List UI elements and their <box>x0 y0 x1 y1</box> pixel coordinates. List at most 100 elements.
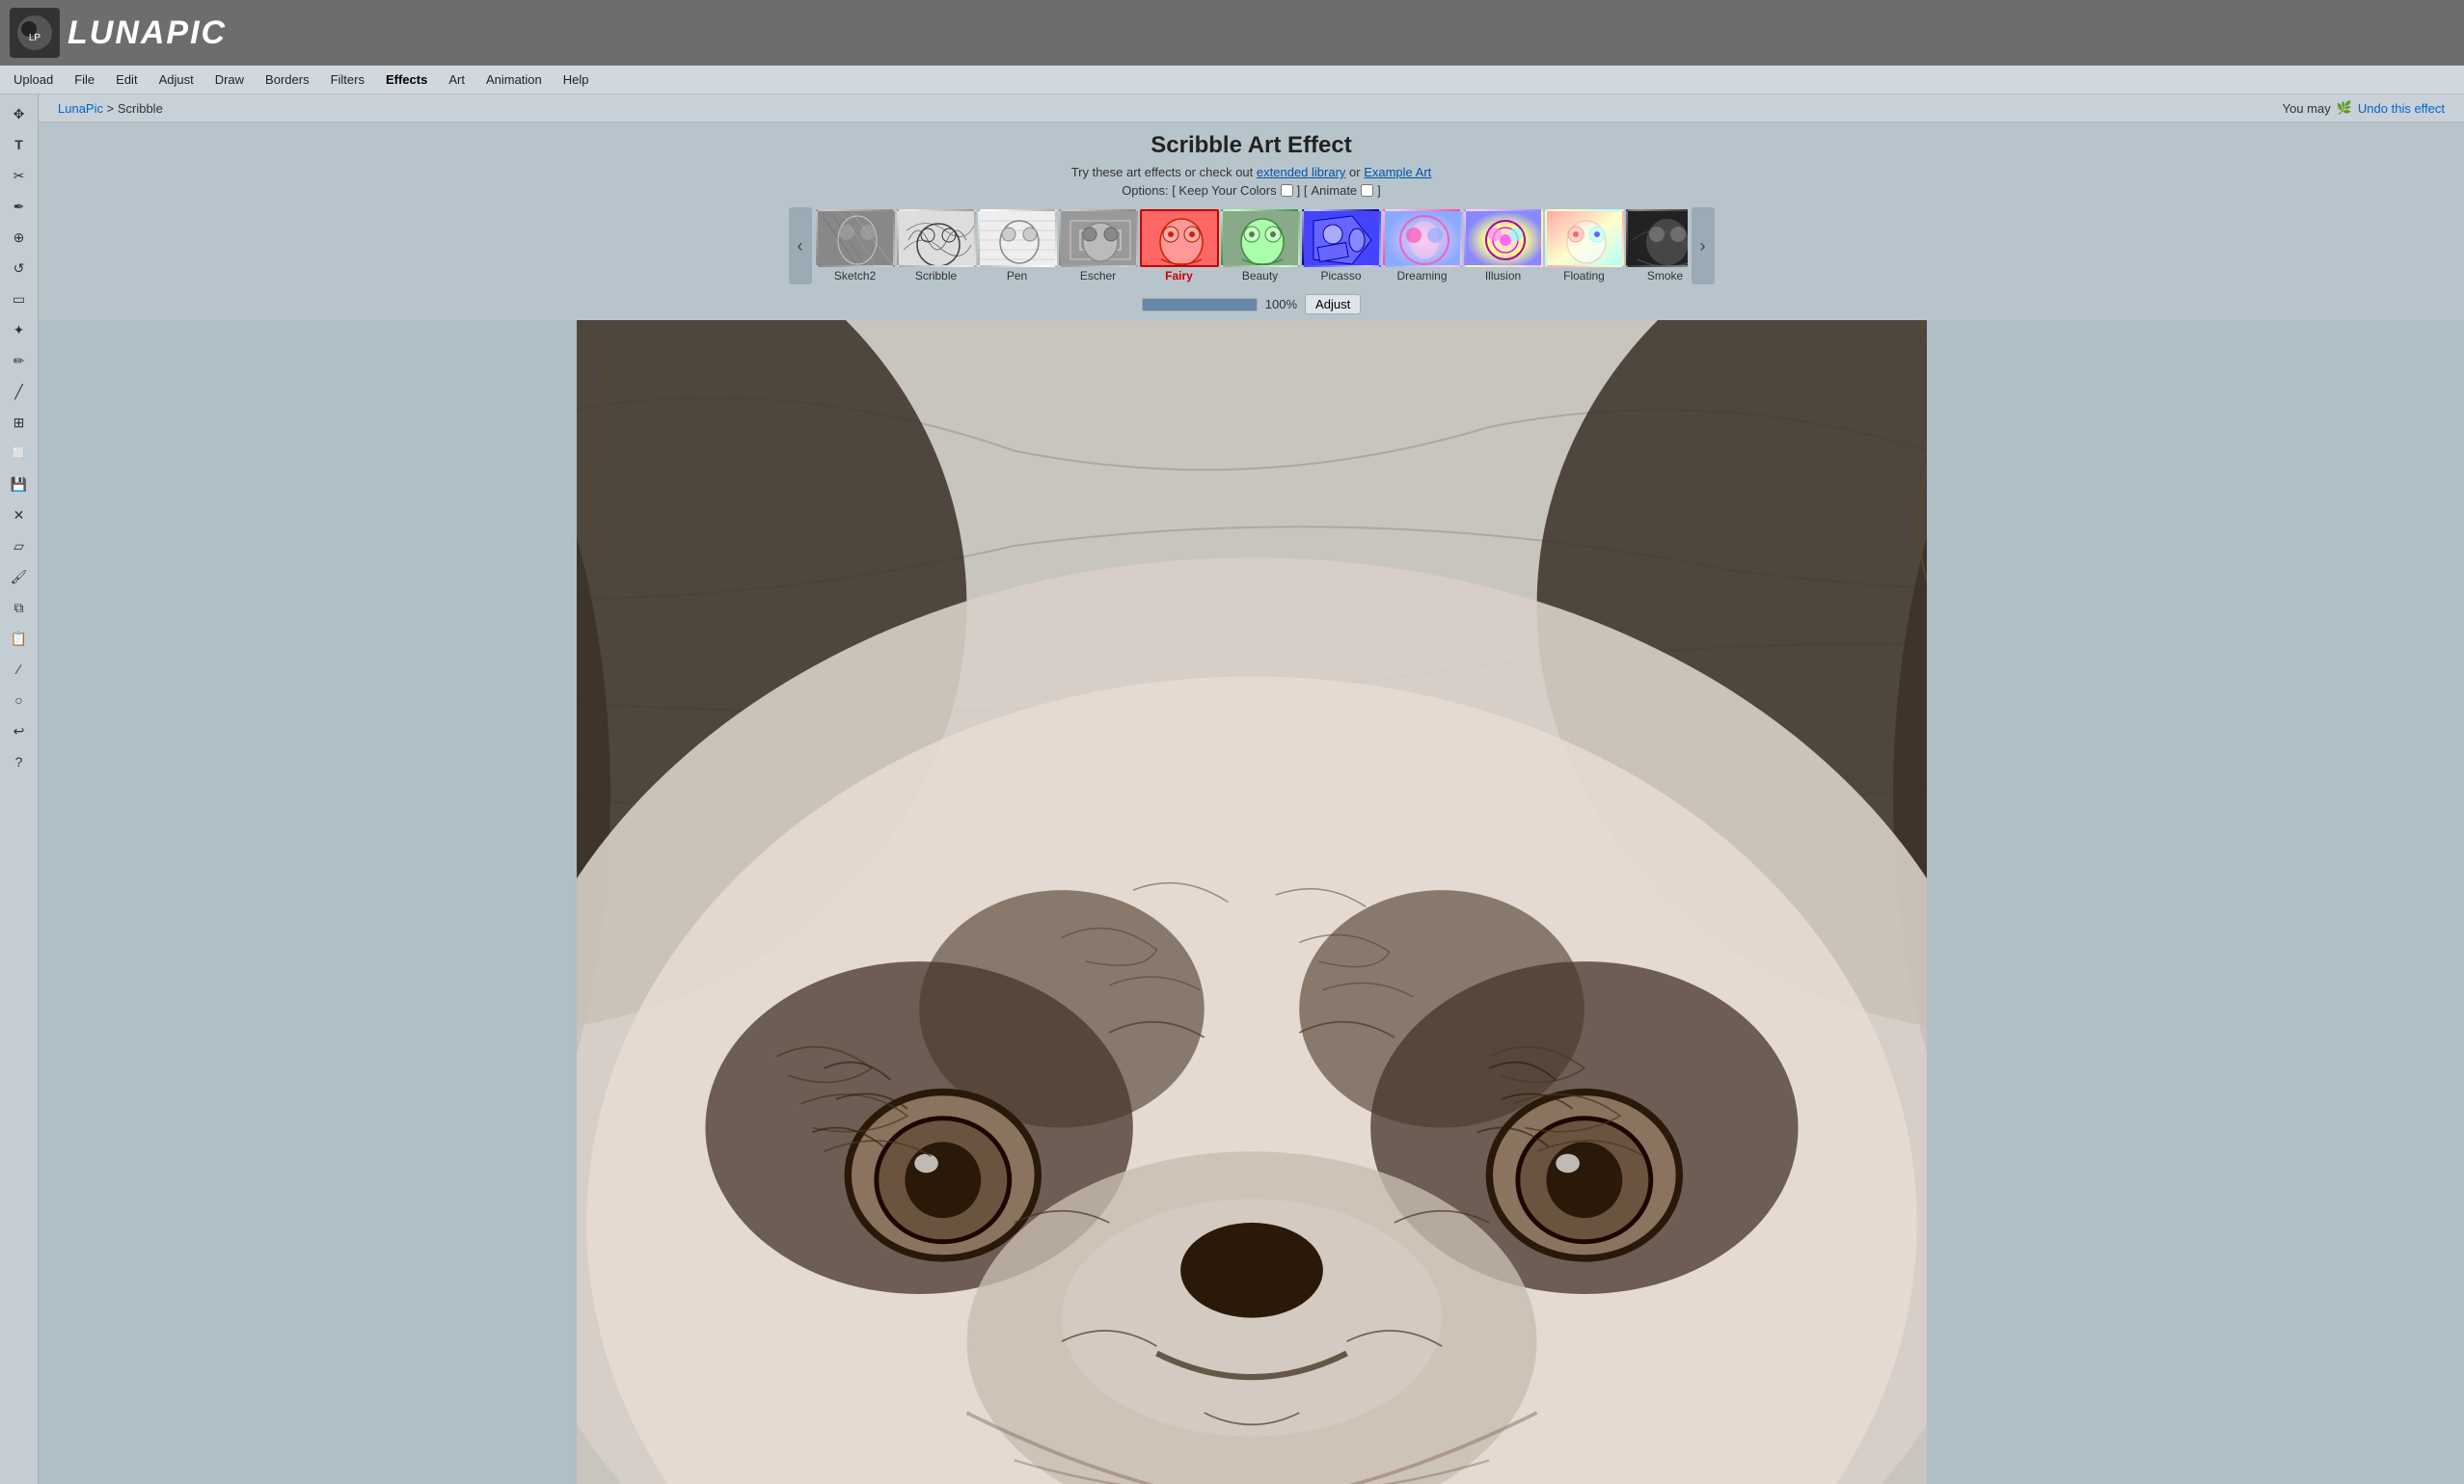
save-tool[interactable]: 💾 <box>6 471 33 498</box>
options-label: Options: [ Keep Your Colors <box>1122 183 1276 198</box>
thumb-picasso <box>1302 209 1381 267</box>
logo-container: LP LUNAPIC <box>10 8 227 58</box>
menu-file[interactable]: File <box>65 69 104 90</box>
undo-link[interactable]: Undo this effect <box>2358 101 2445 116</box>
label-picasso: Picasso <box>1320 269 1361 283</box>
breadcrumb-home-link[interactable]: LunaPic <box>58 101 103 116</box>
menu-filters[interactable]: Filters <box>321 69 374 90</box>
logo-text: LUNAPIC <box>68 14 227 52</box>
thumb-beauty <box>1221 209 1300 267</box>
extended-library-link[interactable]: extended library <box>1257 165 1346 179</box>
label-beauty: Beauty <box>1242 269 1278 283</box>
label-scribble: Scribble <box>915 269 957 283</box>
brush-tool[interactable]: 🖌 <box>6 563 33 590</box>
logo-icon: LP <box>10 8 60 58</box>
logo-bar: LP LUNAPIC <box>0 0 2464 66</box>
progress-bar-container <box>1142 298 1258 311</box>
undo-section: You may 🌿 Undo this effect <box>2283 100 2445 116</box>
example-art-link[interactable]: Example Art <box>1364 165 1431 179</box>
effect-dreaming[interactable]: Dreaming <box>1383 209 1462 283</box>
label-fairy: Fairy <box>1165 269 1193 283</box>
effect-beauty[interactable]: Beauty <box>1221 209 1300 283</box>
adjust-button[interactable]: Adjust <box>1305 294 1361 314</box>
dog-artwork <box>577 320 1927 1484</box>
layers-tool[interactable]: ⊞ <box>6 409 33 436</box>
page-title: Scribble Art Effect <box>1151 132 1352 159</box>
frame-tool[interactable]: ▱ <box>6 532 33 559</box>
label-sketch2: Sketch2 <box>834 269 876 283</box>
wand-tool[interactable]: ✦ <box>6 316 33 343</box>
or-text: or <box>1349 165 1364 179</box>
effect-sketch2[interactable]: Sketch2 <box>816 209 895 283</box>
eraser-tool[interactable]: ⬜ <box>6 440 33 467</box>
breadcrumb: LunaPic > Scribble <box>58 101 163 116</box>
thumb-scribble <box>897 209 976 267</box>
copy-tool[interactable]: ⧉ <box>6 594 33 621</box>
menu-edit[interactable]: Edit <box>106 69 147 90</box>
pen-tool[interactable]: ✒ <box>6 193 33 220</box>
undo-tool[interactable]: ↩ <box>6 717 33 744</box>
rect-tool[interactable]: ▭ <box>6 285 33 312</box>
oval-tool[interactable]: ○ <box>6 687 33 714</box>
svg-text:LP: LP <box>29 33 41 43</box>
thumb-illusion <box>1464 209 1543 267</box>
effect-floating[interactable]: Floating <box>1545 209 1624 283</box>
keep-colors-checkbox[interactable] <box>1281 184 1293 197</box>
animate-label: Animate <box>1311 183 1357 198</box>
subtitle-text: Try these art effects or check out <box>1071 165 1254 179</box>
menu-help[interactable]: Help <box>554 69 599 90</box>
effect-fairy[interactable]: Fairy <box>1140 209 1219 283</box>
effect-picasso[interactable]: Picasso <box>1302 209 1381 283</box>
thumb-sketch2 <box>816 209 895 267</box>
move-tool[interactable]: ✥ <box>6 100 33 127</box>
carousel-next-arrow[interactable]: › <box>1692 207 1715 284</box>
thumb-escher <box>1059 209 1138 267</box>
subtitle-row: Try these art effects or check out exten… <box>1071 165 1432 179</box>
scissors-tool[interactable]: ✂ <box>6 162 33 189</box>
info-bar: LunaPic > Scribble You may 🌿 Undo this e… <box>39 94 2464 122</box>
content-area: LunaPic > Scribble You may 🌿 Undo this e… <box>39 94 2464 1484</box>
label-escher: Escher <box>1080 269 1116 283</box>
carousel-items: Sketch2 <box>816 209 1688 283</box>
thumb-floating <box>1545 209 1624 267</box>
options-close: ] <box>1377 183 1381 198</box>
menu-upload[interactable]: Upload <box>4 69 63 90</box>
breadcrumb-separator: > <box>107 101 118 116</box>
menu-animation[interactable]: Animation <box>476 69 552 90</box>
progress-bar-fill <box>1143 299 1257 310</box>
undo-icon: 🌿 <box>2337 100 2352 116</box>
options-spacer: ] [ <box>1297 183 1308 198</box>
pencil-tool[interactable]: ✏ <box>6 347 33 374</box>
label-smoke: Smoke <box>1647 269 1683 283</box>
carousel-prev-arrow[interactable]: ‹ <box>789 207 812 284</box>
text-tool[interactable]: T <box>6 131 33 158</box>
line-tool[interactable]: ╱ <box>6 378 33 405</box>
menu-adjust[interactable]: Adjust <box>149 69 203 90</box>
animate-checkbox[interactable] <box>1361 184 1373 197</box>
zoom-tool[interactable]: ⊕ <box>6 224 33 251</box>
center-content: Scribble Art Effect Try these art effect… <box>39 122 2464 1484</box>
carousel-container: ‹ <box>789 207 1715 284</box>
paste-tool[interactable]: 📋 <box>6 625 33 652</box>
label-floating: Floating <box>1563 269 1605 283</box>
menu-effects[interactable]: Effects <box>376 69 437 90</box>
menu-draw[interactable]: Draw <box>205 69 254 90</box>
main-layout: ✥ T ✂ ✒ ⊕ ↺ ▭ ✦ ✏ ╱ ⊞ ⬜ 💾 ✕ ▱ 🖌 ⧉ 📋 ∕ ○ … <box>0 94 2464 1484</box>
line2-tool[interactable]: ∕ <box>6 656 33 683</box>
menu-bar: Upload File Edit Adjust Draw Borders Fil… <box>0 66 2464 94</box>
effect-scribble[interactable]: Scribble <box>897 209 976 283</box>
effect-escher[interactable]: Escher <box>1059 209 1138 283</box>
thumb-smoke <box>1626 209 1688 267</box>
help-tool[interactable]: ? <box>6 748 33 775</box>
rotate-tool[interactable]: ↺ <box>6 255 33 282</box>
effect-pen[interactable]: Pen <box>978 209 1057 283</box>
thumb-fairy <box>1140 209 1219 267</box>
close-tool[interactable]: ✕ <box>6 501 33 528</box>
menu-art[interactable]: Art <box>439 69 474 90</box>
effect-illusion[interactable]: Illusion <box>1464 209 1543 283</box>
label-pen: Pen <box>1007 269 1027 283</box>
effect-smoke[interactable]: Smoke <box>1626 209 1688 283</box>
left-toolbar: ✥ T ✂ ✒ ⊕ ↺ ▭ ✦ ✏ ╱ ⊞ ⬜ 💾 ✕ ▱ 🖌 ⧉ 📋 ∕ ○ … <box>0 94 39 1484</box>
progress-label: 100% <box>1265 297 1297 311</box>
menu-borders[interactable]: Borders <box>256 69 319 90</box>
